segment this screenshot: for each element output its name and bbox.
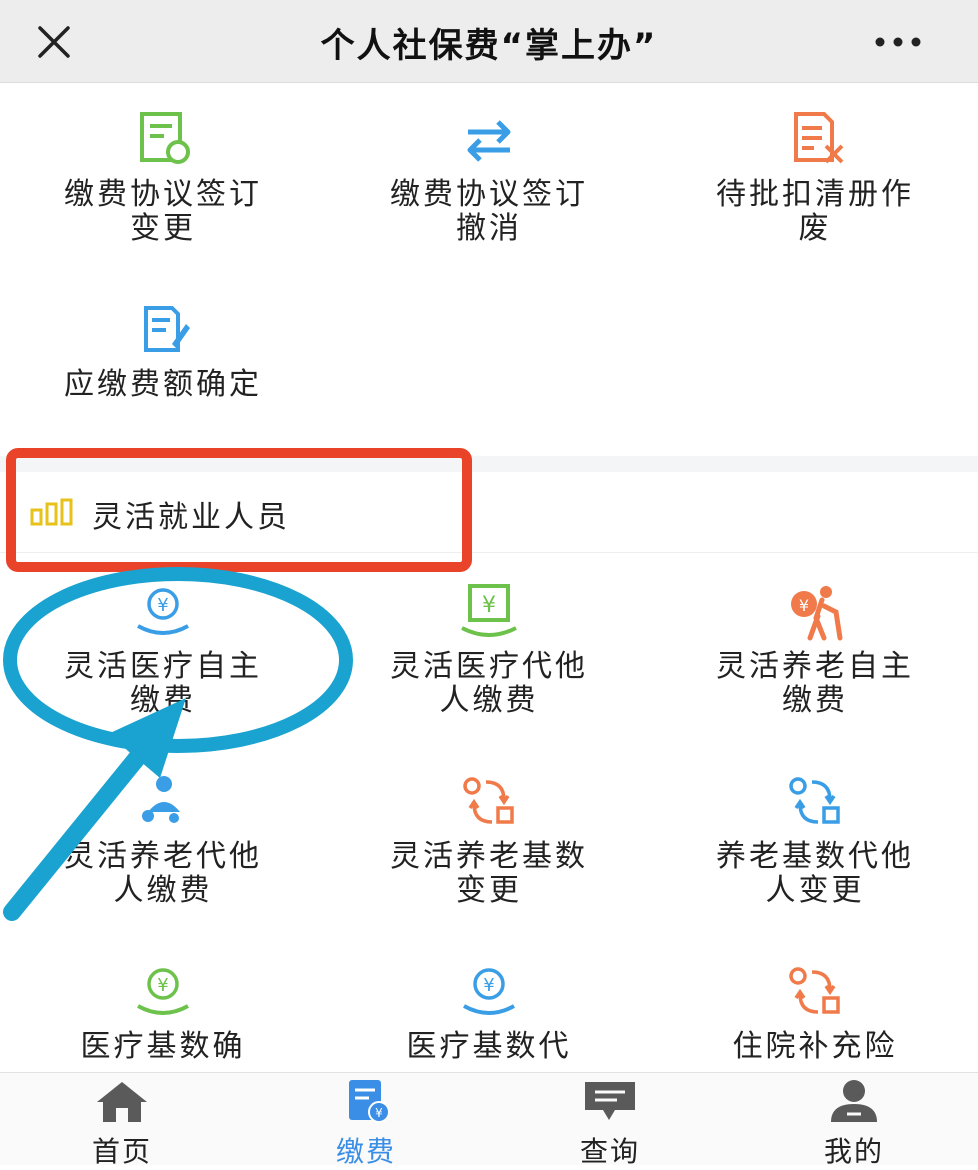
document-cancel-icon <box>794 112 844 164</box>
grid-item-label: 待批扣清册作废 <box>716 177 914 246</box>
more-icon <box>875 37 921 47</box>
grid-item-flex-pension-others[interactable]: 灵活养老代他人缴费 <box>0 772 326 908</box>
exchange-cycle-icon <box>789 777 840 824</box>
grid-item-label: 灵活养老自主缴费 <box>716 649 914 718</box>
payment-document-icon: ¥ <box>349 1080 390 1123</box>
tab-payment[interactable]: ¥ 缴费 <box>266 1078 466 1170</box>
grid-item-label: 缴费协议签订撤消 <box>390 177 588 246</box>
grid-item-hospital-insurance[interactable]: 住院补充险 <box>652 962 978 1064</box>
grid-item-medical-base-confirm[interactable]: ¥ 医疗基数确 <box>0 962 326 1064</box>
document-edit-icon <box>144 306 190 352</box>
grid-item-label: 灵活养老代他人缴费 <box>64 839 262 908</box>
svg-text:¥: ¥ <box>799 596 809 615</box>
grid-item-agreement-change[interactable]: 缴费协议签订变更 <box>0 110 326 246</box>
yuan-bill-hand-icon: ¥ <box>461 584 517 637</box>
exchange-cycle-icon <box>789 967 840 1014</box>
grid-item-pension-base-others[interactable]: 养老基数代他人变更 <box>652 772 978 908</box>
svg-text:¥: ¥ <box>483 975 494 996</box>
signal-bars-icon <box>30 498 73 526</box>
section-title: 灵活就业人员 <box>92 500 290 535</box>
grid-item-label: 缴费协议签订变更 <box>64 177 262 246</box>
section-divider <box>0 456 978 472</box>
elderly-family-icon <box>142 776 180 823</box>
tab-query[interactable]: 查询 <box>510 1078 710 1170</box>
swap-arrows-icon <box>467 120 511 162</box>
svg-text:¥: ¥ <box>375 1106 383 1120</box>
grid-item-label: 灵活医疗代他人缴费 <box>390 649 588 718</box>
tab-mine[interactable]: 我的 <box>754 1078 954 1170</box>
home-icon <box>97 1082 147 1122</box>
elderly-person-icon: ¥ <box>791 586 843 641</box>
grid-item-flex-pension-self[interactable]: ¥ 灵活养老自主缴费 <box>652 582 978 718</box>
grid-item-label: 住院补充险 <box>732 1029 898 1064</box>
svg-text:¥: ¥ <box>157 595 168 616</box>
grid-item-flex-medical-self[interactable]: ¥ 灵活医疗自主缴费 <box>0 582 326 718</box>
page-title: 个人社保费“掌上办” <box>320 26 658 66</box>
user-icon <box>831 1080 877 1122</box>
grid-item-label: 灵活医疗自主缴费 <box>64 649 262 718</box>
grid-item-label: 医疗基数代 <box>406 1029 572 1064</box>
yuan-hand-icon: ¥ <box>137 968 189 1015</box>
document-refresh-icon <box>140 112 190 164</box>
grid-item-void-list[interactable]: 待批扣清册作废 <box>652 110 978 246</box>
grid-item-label: 应缴费额确定 <box>64 367 262 402</box>
svg-text:¥: ¥ <box>157 975 168 996</box>
more-button[interactable] <box>868 24 928 60</box>
yuan-hand-icon: ¥ <box>137 588 189 635</box>
message-icon <box>585 1082 635 1120</box>
tab-home[interactable]: 首页 <box>22 1078 222 1170</box>
grid-item-label: 医疗基数确 <box>80 1029 246 1064</box>
grid-item-flex-medical-others[interactable]: ¥ 灵活医疗代他人缴费 <box>326 582 652 718</box>
tab-label: 查询 <box>579 1135 640 1168</box>
tab-label: 缴费 <box>335 1135 396 1168</box>
svg-text:¥: ¥ <box>482 593 496 618</box>
tab-label: 我的 <box>823 1135 884 1168</box>
yuan-hand-icon: ¥ <box>463 968 515 1015</box>
grid-item-medical-base-others[interactable]: ¥ 医疗基数代 <box>326 962 652 1064</box>
grid-item-label: 灵活养老基数变更 <box>390 839 588 908</box>
grid-item-amount-confirm[interactable]: 应缴费额确定 <box>0 300 326 402</box>
title-bar: 个人社保费“掌上办” <box>0 0 978 83</box>
exchange-cycle-icon <box>463 777 514 824</box>
tab-label: 首页 <box>91 1135 152 1168</box>
grid-item-agreement-cancel[interactable]: 缴费协议签订撤消 <box>326 110 652 246</box>
grid-item-flex-pension-base-change[interactable]: 灵活养老基数变更 <box>326 772 652 908</box>
grid-item-label: 养老基数代他人变更 <box>716 839 914 908</box>
